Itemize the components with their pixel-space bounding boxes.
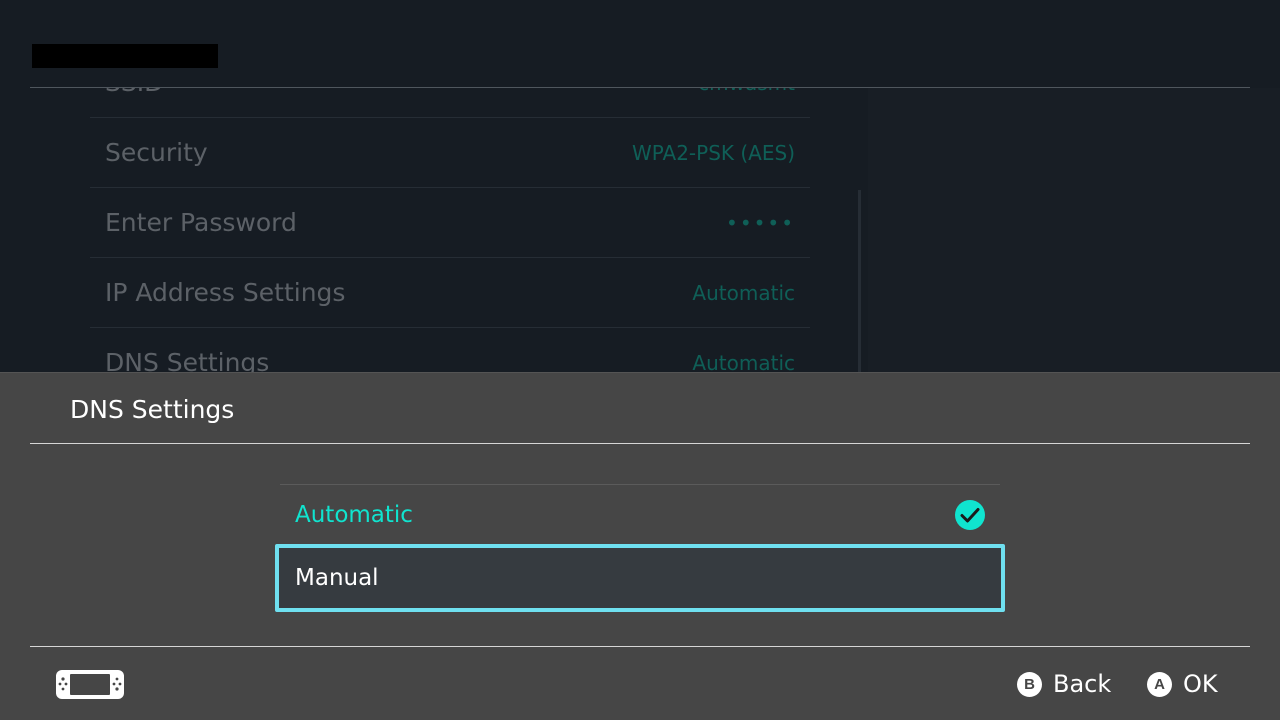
redacted-title — [32, 44, 218, 68]
security-value: WPA2-PSK (AES) — [631, 140, 795, 165]
b-button-icon: B — [1017, 671, 1042, 697]
connection-settings-list: SSID cmwasmt Security WPA2-PSK (AES) Ent… — [90, 48, 810, 398]
option-automatic-label: Automatic — [295, 502, 413, 528]
password-value: ••••• — [726, 210, 795, 235]
header-divider — [30, 87, 1250, 88]
ok-label: OK — [1183, 670, 1218, 698]
a-button-icon: A — [1147, 671, 1172, 697]
sheet-title: DNS Settings — [70, 395, 235, 424]
ip-address-settings-value: Automatic — [692, 280, 795, 305]
ok-button[interactable]: A OK — [1147, 669, 1218, 699]
password-label: Enter Password — [105, 208, 297, 237]
dns-settings-value: Automatic — [692, 350, 795, 375]
sheet-divider-bottom — [30, 646, 1250, 647]
sheet-divider-top — [30, 443, 1250, 444]
password-row[interactable]: Enter Password ••••• — [90, 188, 810, 258]
option-manual[interactable]: Manual — [275, 544, 1005, 612]
option-manual-label: Manual — [295, 565, 379, 591]
security-row[interactable]: Security WPA2-PSK (AES) — [90, 118, 810, 188]
screen-header — [0, 0, 1280, 88]
ip-address-settings-row[interactable]: IP Address Settings Automatic — [90, 258, 810, 328]
checkmark-icon — [955, 500, 985, 530]
side-panel — [868, 88, 1280, 373]
switch-console-icon — [55, 669, 125, 704]
ip-address-settings-label: IP Address Settings — [105, 278, 346, 307]
back-label: Back — [1053, 670, 1112, 698]
security-label: Security — [105, 138, 208, 167]
dns-options-list: Automatic Manual — [275, 484, 1005, 612]
list-scrollbar[interactable] — [858, 190, 861, 373]
option-automatic[interactable]: Automatic — [280, 485, 1000, 545]
dns-settings-sheet: DNS Settings Automatic Manual B Back A O… — [0, 373, 1280, 720]
back-button[interactable]: B Back — [1017, 669, 1111, 699]
